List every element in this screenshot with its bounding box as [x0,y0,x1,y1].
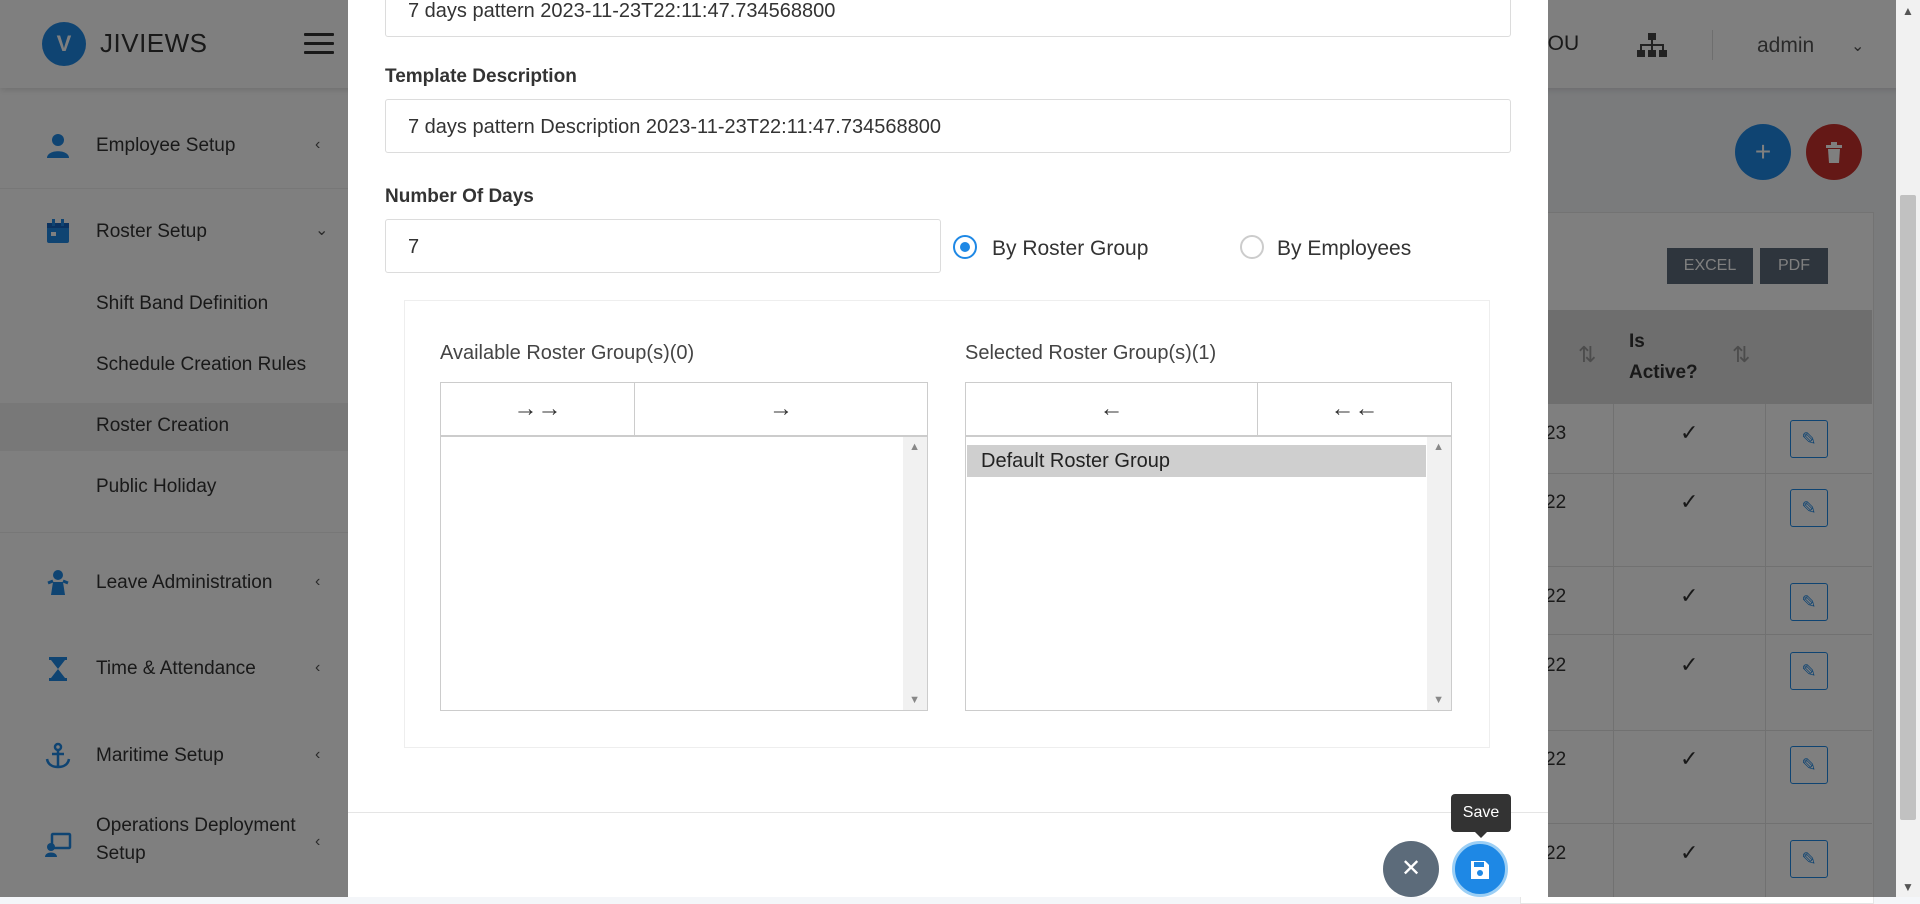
list-scrollbar[interactable] [903,437,927,710]
scroll-up-icon[interactable]: ▲ [909,441,920,453]
close-icon: ✕ [1400,855,1422,882]
available-list-title: Available Roster Group(s)(0) [440,342,695,364]
radio-by-roster-group-label[interactable]: By Roster Group [992,237,1148,261]
roster-template-modal: 7 days pattern 2023-11-23T22:11:47.73456… [348,0,1548,897]
template-name-input[interactable]: 7 days pattern 2023-11-23T22:11:47.73456… [385,0,1511,37]
scroll-down-icon[interactable]: ▼ [909,694,920,706]
page-scrollbar-thumb[interactable] [1900,195,1916,820]
save-button[interactable] [1452,841,1508,897]
scroll-up-icon[interactable]: ▲ [1902,4,1914,18]
move-right-button[interactable]: → [634,382,928,436]
move-left-button[interactable]: ← [965,382,1258,436]
cancel-button[interactable]: ✕ [1383,841,1439,897]
selected-list-title: Selected Roster Group(s)(1) [965,342,1217,364]
number-of-days-label: Number Of Days [385,186,534,207]
available-roster-groups-list[interactable]: ▲ ▼ [440,436,928,711]
modal-footer-divider [348,812,1548,813]
radio-by-employees[interactable] [1240,235,1264,259]
radio-by-roster-group[interactable] [953,235,977,259]
scroll-down-icon[interactable]: ▼ [1433,694,1444,706]
save-icon [1471,860,1489,879]
move-all-right-button[interactable]: →→ [440,382,635,436]
list-scrollbar[interactable] [1427,437,1451,710]
radio-by-employees-label[interactable]: By Employees [1277,237,1411,261]
save-tooltip: Save [1451,794,1511,838]
template-description-label: Template Description [385,66,577,87]
move-all-left-button[interactable]: ←← [1257,382,1452,436]
number-of-days-input[interactable]: 7 [385,219,941,273]
scroll-down-icon[interactable]: ▼ [1902,880,1914,894]
list-option[interactable]: Default Roster Group [967,445,1426,477]
selected-roster-groups-list[interactable]: Default Roster Group ▲ ▼ [965,436,1452,711]
template-description-input[interactable]: 7 days pattern Description 2023-11-23T22… [385,99,1511,153]
scroll-up-icon[interactable]: ▲ [1433,441,1444,453]
